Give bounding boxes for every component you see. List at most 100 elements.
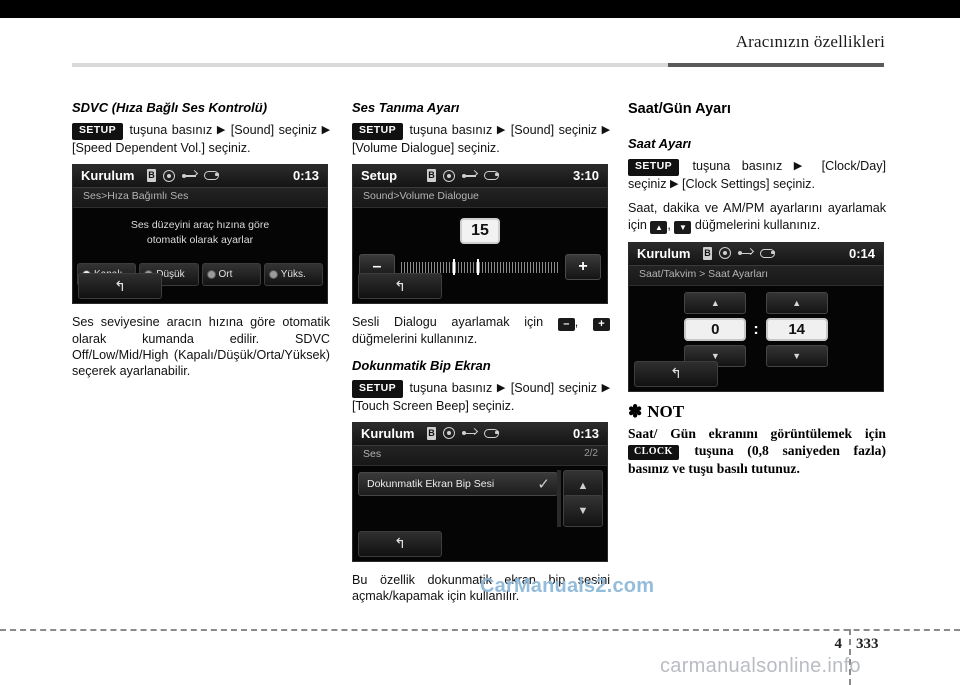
minute-up-button[interactable]: ▲: [765, 291, 828, 314]
screen-breadcrumb: Sound>Volume Dialogue: [353, 188, 607, 209]
list-item-touch-beep[interactable]: Dokunmatik Ekran Bip Sesi ✓: [358, 471, 558, 496]
touch-beep-instruction-1: tuşuna basınız: [409, 380, 493, 395]
screen-status-icons: B: [703, 246, 775, 260]
arrow-icon: ▶: [321, 124, 331, 137]
clock-paragraph-c: düğmelerini kullanınız.: [694, 217, 821, 232]
screen-touch-beep[interactable]: Kurulum B 0:13 Ses 2/2 Dokunmatik Ekran …: [352, 421, 608, 562]
back-button[interactable]: ↰: [358, 273, 442, 300]
arrow-down-icon: ▼: [674, 220, 692, 234]
back-button[interactable]: ↰: [634, 360, 718, 387]
plus-button[interactable]: +: [565, 254, 601, 281]
arrow-icon: ▶: [670, 178, 679, 191]
watermark-bottom: carmanualsonline.info: [660, 655, 861, 677]
hour-value[interactable]: 0: [684, 317, 747, 341]
screen-clock: 0:13: [572, 425, 599, 441]
volume-paragraph-b: ,: [574, 315, 579, 330]
breadcrumb-text: Saat/Takvim > Saat Ayarları: [639, 267, 769, 280]
bluetooth-icon: B: [427, 169, 436, 183]
sdvc-instruction-3: [Speed Dependent Vol.] seçiniz.: [72, 140, 251, 155]
aux-icon: [760, 248, 775, 258]
screen-clock-settings[interactable]: Kurulum B 0:14 Saat/Takvim > Saat Ayarla…: [628, 241, 884, 392]
scroll-track[interactable]: [557, 469, 561, 527]
usb-icon: [462, 170, 479, 181]
watermark-middle: CarManuals2.com: [480, 575, 655, 597]
aux-icon: [484, 171, 499, 181]
sdvc-option-mid[interactable]: Ort: [201, 263, 261, 287]
voice-recognition-heading: Ses Tanıma Ayarı: [352, 100, 460, 115]
usb-icon: [462, 427, 479, 439]
touch-beep-instruction-2: [Sound] seçiniz: [510, 380, 598, 395]
screen-clock: 0:13: [292, 168, 319, 184]
screen-sdvc[interactable]: Kurulum B 0:13 Ses>Hıza Bağımlı Ses Ses …: [72, 164, 328, 305]
volume-paragraph-a: Sesli Dialogu ayarlamak için: [352, 315, 544, 330]
clock-setting-heading: Saat Ayarı: [628, 136, 692, 152]
screen-title: Setup: [361, 168, 398, 184]
bluetooth-icon: B: [427, 426, 436, 440]
clock-paragraph: Saat, dakika ve AM/PM ayarlarını ayarlam…: [628, 200, 886, 234]
clock-instruction-1: tuşuna basınız: [692, 159, 783, 174]
sdvc-paragraph: Ses seviyesine aracın hızına göre otomat…: [72, 315, 330, 379]
sdvc-instruction-2: [Sound] seçiniz: [230, 123, 318, 138]
screen-breadcrumb: Ses>Hıza Bağımlı Ses: [73, 188, 327, 209]
screen-statusbar: Setup B 3:10: [353, 165, 607, 189]
radio-icon: [207, 271, 215, 279]
setup-key-badge: SETUP: [352, 380, 404, 398]
plus-icon: +: [593, 318, 610, 332]
screen-title: Kurulum: [637, 245, 691, 261]
list-item-label: Dokunmatik Ekran Bip Sesi: [367, 477, 495, 490]
minute-value[interactable]: 14: [765, 317, 828, 341]
aux-icon: [204, 171, 219, 181]
disc-icon: [443, 427, 455, 440]
usb-icon: [738, 247, 755, 259]
page-number-value: 333: [856, 636, 879, 652]
arrow-icon: ▶: [793, 160, 811, 173]
arrow-icon: ▶: [601, 381, 611, 394]
column-two: Ses Tanıma Ayarı SETUP tuşuna basınız ▶ …: [352, 100, 610, 613]
screen-content: 15 – + ↰: [353, 208, 607, 304]
screen-clock: 0:14: [848, 245, 875, 261]
disc-icon: [719, 247, 731, 260]
time-separator: :: [753, 321, 759, 339]
arrow-icon: ▶: [496, 124, 507, 137]
screen-statusbar: Kurulum B 0:13: [73, 165, 327, 189]
note-body: Saat/ Gün ekranını görüntülemek için CLO…: [628, 425, 886, 477]
disc-icon: [163, 169, 175, 182]
arrow-up-icon: ▲: [650, 220, 668, 234]
radio-icon: [269, 271, 277, 279]
sdvc-option-high[interactable]: Yüks.: [263, 263, 323, 287]
scroll-buttons: ▲ ▼: [563, 469, 603, 527]
breadcrumb-text: Ses>Hıza Bağımlı Ses: [83, 190, 189, 203]
volume-paragraph: Sesli Dialogu ayarlamak için –, + düğmel…: [352, 314, 610, 347]
screen-breadcrumb: Ses 2/2: [353, 445, 607, 466]
setup-key-badge: SETUP: [72, 122, 124, 140]
back-button[interactable]: ↰: [78, 273, 162, 300]
breadcrumb-text: Ses: [363, 447, 382, 460]
note-title: NOT: [647, 401, 685, 421]
clock-instruction: SETUP tuşuna basınız ▶ [Clock/Day] seçin…: [628, 158, 886, 192]
chapter-number: 4: [834, 636, 843, 652]
usb-icon: [182, 170, 199, 181]
clock-key-badge: CLOCK: [628, 444, 679, 460]
back-button[interactable]: ↰: [358, 530, 442, 557]
volume-cursor-secondary: [476, 259, 479, 276]
note-heading: ✽ NOT: [628, 402, 886, 422]
clock-instruction-3: [Clock Settings] seçiniz.: [681, 177, 815, 192]
hour-up-button[interactable]: ▲: [684, 291, 747, 314]
arrow-icon: ▶: [216, 124, 227, 137]
screen-volume-dialogue[interactable]: Setup B 3:10 Sound>Volume Dialogue 15 – …: [352, 164, 608, 305]
sdvc-instruction: SETUP tuşuna basınız ▶ [Sound] seçiniz ▶…: [72, 122, 330, 156]
minute-down-button[interactable]: ▼: [765, 344, 828, 367]
sdvc-option-label: Yüks.: [280, 269, 306, 281]
sdvc-option-label: Ort: [218, 269, 233, 281]
scroll-down-button[interactable]: ▼: [563, 494, 603, 527]
bluetooth-icon: B: [703, 246, 712, 260]
note-body-part1: Saat/ Gün ekranını görüntülemek için: [628, 425, 886, 441]
header-rule-dark: [668, 63, 884, 67]
screen-title: Kurulum: [361, 425, 415, 441]
sdvc-heading: SDVC (Hıza Bağlı Ses Kontrolü): [72, 100, 268, 115]
screen-content: Dokunmatik Ekran Bip Sesi ✓ ▲ ▼ ↰: [353, 465, 607, 561]
screen-content: ▲ 0 ▼ : ▲ 14 ▼ ↰: [629, 285, 883, 391]
disc-icon: [443, 169, 455, 182]
asterisk-icon: ✽: [628, 401, 643, 421]
page-indicator: 2/2: [584, 447, 598, 459]
